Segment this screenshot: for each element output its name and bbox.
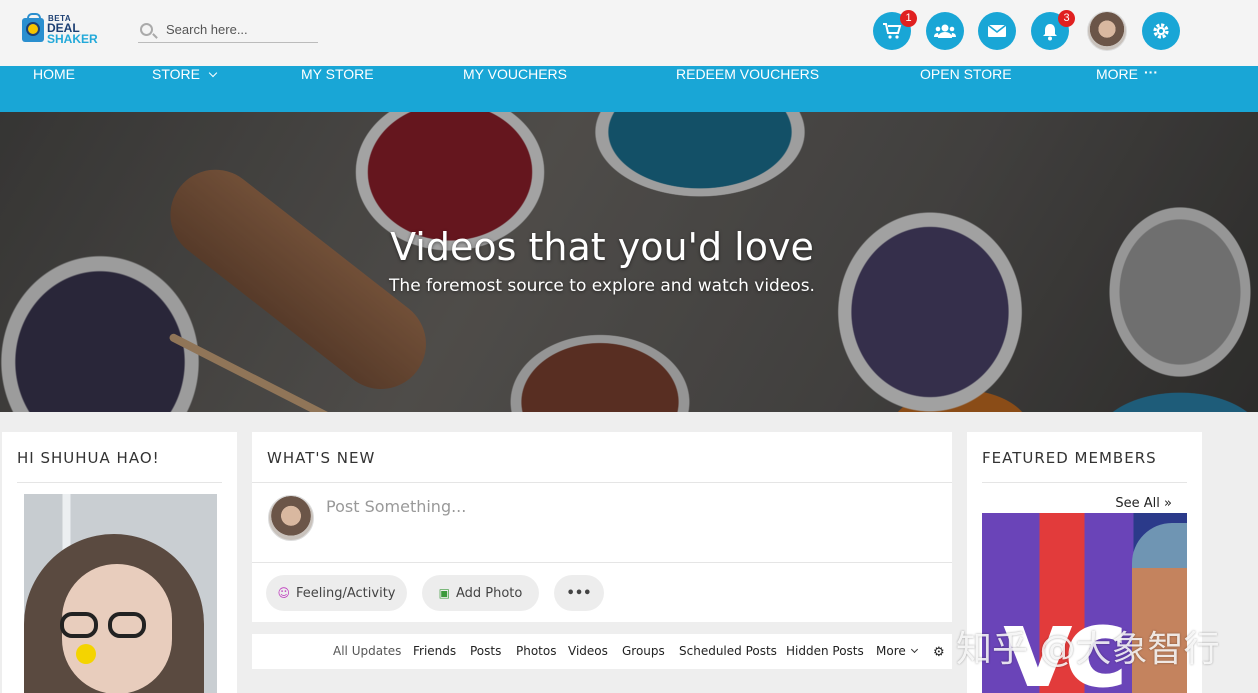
- envelope-icon: [987, 24, 1007, 37]
- settings-button[interactable]: [1142, 12, 1180, 50]
- tab-posts[interactable]: Posts: [470, 644, 501, 658]
- tab-all-updates[interactable]: All Updates: [333, 644, 401, 658]
- see-all-link[interactable]: See All »: [1115, 496, 1172, 511]
- post-avatar: [268, 495, 314, 541]
- nav-my-vouchers[interactable]: MY VOUCHERS: [463, 66, 567, 112]
- gear-icon: [1153, 23, 1169, 39]
- featured-title: FEATURED MEMBERS: [982, 449, 1157, 467]
- user-avatar[interactable]: [1087, 11, 1127, 51]
- nav-home-label: HOME: [33, 66, 75, 82]
- more-options-label: •••: [566, 585, 592, 601]
- photo-glasses-left: [60, 612, 98, 638]
- users-icon: [934, 24, 956, 38]
- panel-divider: [17, 482, 222, 483]
- cart-badge: 1: [900, 10, 917, 27]
- post-input[interactable]: [326, 494, 926, 518]
- nav-store-label: STORE: [152, 66, 200, 82]
- nav-open-store[interactable]: OPEN STORE: [920, 66, 1012, 112]
- hero-subtitle: The foremost source to explore and watch…: [389, 276, 815, 296]
- tab-scheduled-posts[interactable]: Scheduled Posts: [679, 644, 777, 658]
- friends-button[interactable]: [926, 12, 964, 50]
- tab-groups[interactable]: Groups: [622, 644, 665, 658]
- chevron-down-icon: [910, 645, 918, 654]
- nav-open-store-label: OPEN STORE: [920, 66, 1012, 82]
- watermark: 知乎 @大象智行: [956, 629, 1220, 670]
- tab-friends[interactable]: Friends: [413, 644, 456, 658]
- add-photo-label: Add Photo: [455, 585, 523, 601]
- smiley-icon: ☺: [277, 586, 291, 600]
- photo-glasses-right: [108, 612, 146, 638]
- tab-more-label: More: [876, 644, 906, 658]
- cart-button[interactable]: 1: [873, 10, 917, 50]
- nav-my-store-label: MY STORE: [301, 66, 374, 82]
- add-photo-button[interactable]: ▣ Add Photo: [422, 575, 539, 611]
- coin-icon: [26, 22, 40, 36]
- notifications-badge: 3: [1058, 10, 1075, 27]
- composer-divider: [252, 562, 952, 563]
- nav-redeem-vouchers-label: REDEEM VOUCHERS: [676, 66, 820, 82]
- nav-redeem-vouchers[interactable]: REDEEM VOUCHERS: [676, 66, 819, 112]
- nav-my-vouchers-label: MY VOUCHERS: [463, 66, 567, 82]
- smiley-sticker-icon: [76, 644, 96, 664]
- notifications-button[interactable]: 3: [1031, 10, 1075, 50]
- feeling-activity-button[interactable]: ☺ Feeling/Activity: [266, 575, 407, 611]
- see-all-label: See All: [1115, 496, 1160, 511]
- photo-icon: ▣: [438, 586, 450, 600]
- feed-filter-bar: All Updates Friends Posts Photos Videos …: [252, 634, 952, 669]
- whats-new-panel: WHAT'S NEW ☺ Feeling/Activity ▣ Add Phot…: [252, 432, 952, 622]
- search-input[interactable]: [166, 19, 316, 39]
- double-chevron-right-icon: »: [1164, 496, 1172, 511]
- logo-shaker: SHAKER: [47, 32, 98, 46]
- nav-more[interactable]: MORE ···: [1096, 64, 1158, 112]
- feed-settings-gear-icon[interactable]: ⚙: [933, 644, 945, 660]
- tab-videos[interactable]: Videos: [568, 644, 608, 658]
- profile-panel: HI SHUHUA HAO!: [2, 432, 237, 693]
- nav-home[interactable]: HOME: [33, 66, 75, 112]
- whats-new-title: WHAT'S NEW: [267, 449, 376, 467]
- hero-banner: Videos that you'd love The foremost sour…: [0, 112, 1258, 412]
- tab-photos[interactable]: Photos: [516, 644, 556, 658]
- search-box: [138, 16, 318, 43]
- main-nav: HOME STORE MY STORE MY VOUCHERS REDEEM V…: [0, 64, 1258, 112]
- top-header: BETA DEAL SHAKER 1 3: [0, 0, 1258, 66]
- panel-divider: [252, 482, 952, 483]
- search-icon[interactable]: [140, 23, 153, 36]
- nav-my-store[interactable]: MY STORE: [301, 66, 374, 112]
- deal-shaker-logo[interactable]: BETA DEAL SHAKER: [22, 12, 102, 48]
- more-dots-icon: ···: [1144, 64, 1158, 80]
- nav-store[interactable]: STORE: [152, 66, 218, 112]
- bell-icon: [1043, 23, 1057, 40]
- tab-hidden-posts[interactable]: Hidden Posts: [786, 644, 864, 658]
- greeting-title: HI SHUHUA HAO!: [17, 449, 160, 467]
- nav-more-label: MORE: [1096, 66, 1138, 82]
- chevron-down-icon: [208, 68, 218, 78]
- more-options-button[interactable]: •••: [554, 575, 604, 611]
- tab-more[interactable]: More: [876, 644, 918, 658]
- panel-divider: [982, 482, 1187, 483]
- hero-title: Videos that you'd love: [390, 225, 814, 269]
- profile-photo[interactable]: [24, 494, 217, 693]
- feeling-activity-label: Feeling/Activity: [296, 585, 396, 601]
- messages-button[interactable]: [978, 12, 1016, 50]
- cart-icon: [883, 23, 902, 39]
